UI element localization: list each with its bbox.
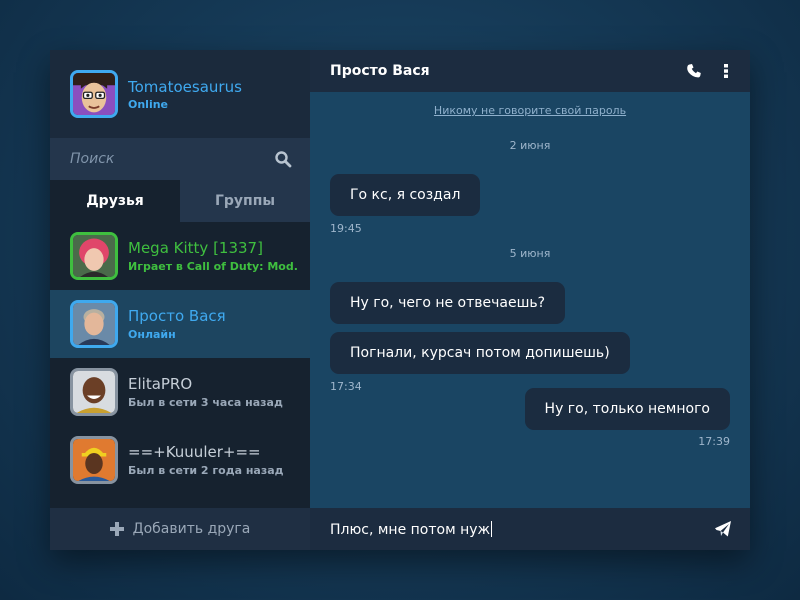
tab-friends[interactable]: Друзья — [50, 180, 180, 222]
profile-avatar[interactable] — [70, 70, 118, 118]
messenger-window: Tomatoesaurus Online Поиск Друзья Группы — [50, 50, 750, 550]
profile-name: Tomatoesaurus — [128, 77, 242, 96]
chat-title: Просто Вася — [330, 63, 430, 79]
plus-icon — [109, 522, 124, 536]
friend-item-mega-kitty[interactable]: Mega Kitty [1337] Играет в Call of Duty:… — [50, 222, 310, 290]
friend-status: Был в сети 3 часа назад — [128, 396, 283, 409]
friends-list: Mega Kitty [1337] Играет в Call of Duty:… — [50, 222, 310, 508]
message-outgoing[interactable]: Ну го, только немного — [524, 388, 730, 430]
friend-item-elitapro[interactable]: ElitaPRO Был в сети 3 часа назад — [50, 358, 310, 426]
message-time: 17:34 — [330, 380, 362, 393]
laughing-man-avatar — [73, 371, 115, 413]
search-icon[interactable] — [274, 150, 292, 168]
message-incoming[interactable]: Го кс, я создал — [330, 174, 481, 216]
message-time: 17:39 — [698, 435, 730, 448]
date-separator: 2 июня — [509, 139, 551, 152]
message-time: 19:45 — [330, 222, 362, 235]
friend-status: Играет в Call of Duty: Mod... — [128, 260, 298, 273]
friend-status: Онлайн — [128, 328, 176, 341]
message-incoming[interactable]: Ну го, чего не отвечаешь? — [330, 282, 566, 324]
avatar — [70, 368, 118, 416]
friend-name: ElitaPRO — [128, 375, 193, 393]
tab-groups[interactable]: Группы — [180, 180, 310, 222]
man-photo-avatar — [73, 303, 115, 345]
woman-photo-avatar — [73, 235, 115, 277]
avatar — [70, 436, 118, 484]
friend-name: ==+Kuuuler+== — [128, 443, 261, 461]
security-notice-link[interactable]: Никому не говорите свой пароль — [310, 104, 750, 117]
tabs: Друзья Группы — [50, 180, 310, 222]
add-friend-label: Добавить друга — [132, 521, 251, 537]
friend-name: Просто Вася — [128, 307, 226, 325]
more-vertical-icon[interactable] — [718, 63, 734, 79]
message-composer[interactable]: Плюс, мне потом нуж — [310, 508, 750, 550]
profile-status: Online — [128, 97, 169, 111]
friend-item-kuuuler[interactable]: ==+Kuuuler+== Был в сети 2 года назад — [50, 426, 310, 494]
avatar — [70, 232, 118, 280]
message-incoming[interactable]: Погнали, курсач потом допишешь) — [330, 332, 630, 374]
chat-panel: Просто Вася Никому не говорите свой паро… — [310, 50, 750, 550]
messages-area[interactable]: Никому не говорите свой пароль 2 июня Го… — [310, 92, 750, 508]
search-input[interactable]: Поиск — [70, 151, 274, 167]
friend-status: Был в сети 2 года назад — [128, 464, 284, 477]
friend-item-prosto-vasya[interactable]: Просто Вася Онлайн — [50, 290, 310, 358]
add-friend-button[interactable]: Добавить друга — [50, 508, 310, 550]
date-separator: 5 июня — [509, 247, 551, 260]
search-bar[interactable]: Поиск — [50, 138, 310, 180]
message-input[interactable]: Плюс, мне потом нуж — [330, 520, 714, 538]
man-yellow-hat-avatar — [73, 439, 115, 481]
text-caret — [491, 520, 493, 537]
friend-name: Mega Kitty [1337] — [128, 239, 263, 257]
send-icon[interactable] — [714, 520, 732, 538]
sidebar: Tomatoesaurus Online Поиск Друзья Группы — [50, 50, 310, 550]
chat-header: Просто Вася — [310, 50, 750, 92]
avatar — [70, 300, 118, 348]
profile-header[interactable]: Tomatoesaurus Online — [50, 50, 310, 138]
phone-icon[interactable] — [686, 63, 702, 79]
cartoon-face-avatar — [73, 73, 115, 115]
message-input-value: Плюс, мне потом нуж — [330, 521, 491, 538]
